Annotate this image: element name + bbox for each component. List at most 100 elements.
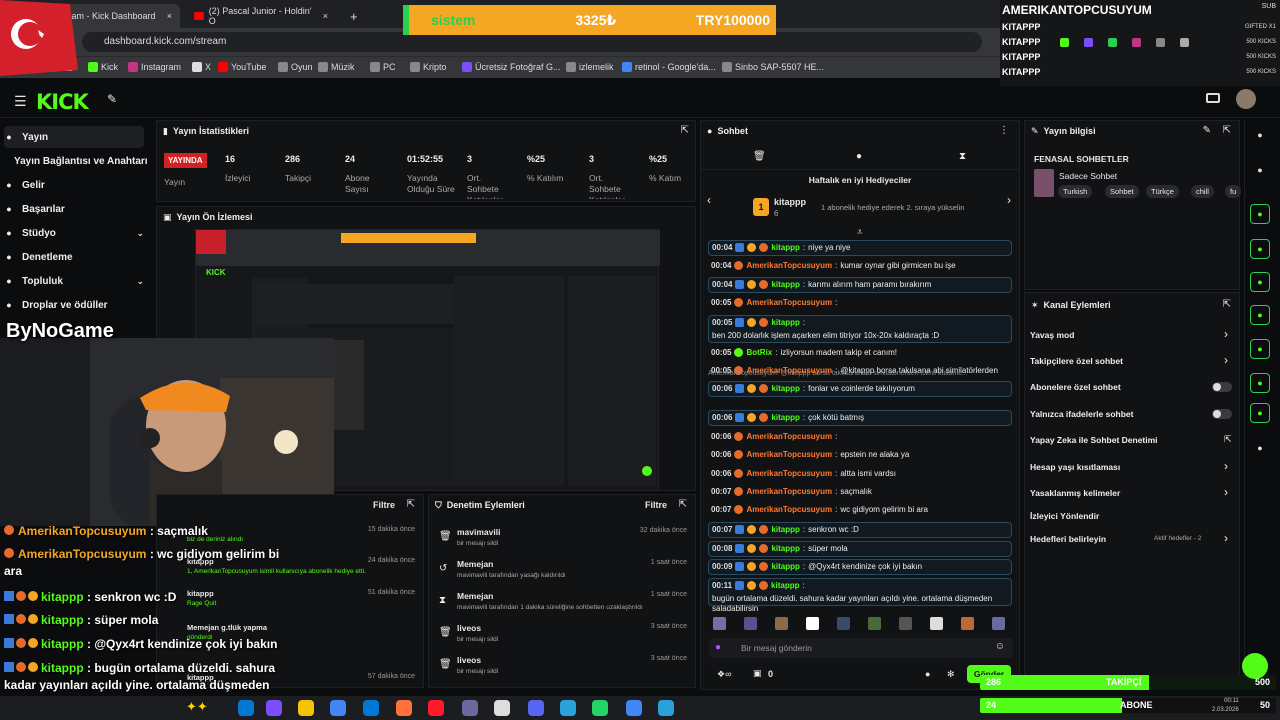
kicks-icon[interactable]: ❖∞ [717, 669, 731, 680]
obs-icon[interactable] [494, 700, 510, 716]
chevron-right-icon[interactable]: › [1224, 485, 1228, 499]
channel-action-label[interactable]: Yalnızca ifadelerle sohbet [1030, 409, 1133, 419]
telegram-alt-icon[interactable] [658, 700, 674, 716]
channel-action-label[interactable]: Yapay Zeka ile Sohbet Denetimi [1030, 435, 1158, 445]
more-options-icon[interactable]: ⋮ [999, 125, 1009, 136]
whatsapp-icon[interactable] [592, 700, 608, 716]
stream-tag[interactable]: chill [1191, 185, 1214, 198]
discord-icon[interactable] [528, 700, 544, 716]
emote-icon[interactable] [899, 617, 912, 630]
rail-action-icon[interactable]: ● [1250, 403, 1270, 423]
chat-settings-icon[interactable]: ● [925, 669, 930, 679]
rail-action-icon[interactable]: ● [1250, 126, 1270, 146]
pin-icon[interactable]: ✎ [107, 92, 117, 106]
chat-message[interactable]: 00:05 AmerikanTopcusuyum: [708, 296, 1012, 312]
next-arrow-icon[interactable]: › [1007, 193, 1011, 207]
popout-icon[interactable]: ⇱ [1223, 125, 1231, 136]
rail-action-icon[interactable]: ● [1250, 204, 1270, 224]
url-input[interactable]: dashboard.kick.com/stream [82, 32, 982, 52]
avatar[interactable] [1236, 89, 1256, 109]
emote-icon[interactable] [868, 617, 881, 630]
new-tab-button[interactable]: + [342, 4, 366, 28]
mail-icon[interactable] [363, 700, 379, 716]
bookmark-item[interactable]: Kick [88, 62, 118, 72]
toggle-switch[interactable] [1212, 409, 1232, 419]
sidebar-item[interactable]: ● Stüdyo ⌄ [4, 222, 144, 244]
emote-icon[interactable] [775, 617, 788, 630]
chat-message[interactable]: 00:04 kitappp: niye ya niye [708, 240, 1012, 256]
rail-action-icon[interactable]: ● [1250, 272, 1270, 292]
channel-action-label[interactable]: Yavaş mod [1030, 330, 1074, 340]
menu-icon[interactable]: ☰ [14, 93, 27, 110]
chevron-right-icon[interactable]: › [1224, 531, 1228, 545]
mod-filter-button[interactable]: Filtre [645, 500, 667, 510]
chat-message[interactable]: 00:07 kitappp: senkron wc :D [708, 522, 1012, 538]
chevron-right-icon[interactable]: › [1224, 353, 1228, 367]
gear-icon[interactable]: ✻ [947, 669, 955, 680]
edit-icon[interactable]: ✎ [1203, 125, 1211, 136]
telegram-icon[interactable] [560, 700, 576, 716]
toggle-switch[interactable] [1212, 382, 1232, 392]
bookmark-item[interactable]: X [192, 62, 211, 72]
kick-logo[interactable]: KICK [36, 90, 89, 114]
rail-action-icon[interactable]: ● [1250, 305, 1270, 325]
bookmark-item[interactable]: Müzik [318, 62, 355, 72]
sidebar-item[interactable]: Yayın Bağlantısı ve Anahtarı [14, 150, 154, 172]
popout-icon[interactable]: ⇱ [1223, 299, 1231, 310]
sidebar-item[interactable]: ● Başarılar [4, 198, 144, 220]
chat-message[interactable]: 00:09 kitappp: @Qyx4rt kendinize çok iyi b… [708, 559, 1012, 575]
sidebar-item[interactable]: ● Topluluk ⌄ [4, 270, 144, 292]
chat-message[interactable]: 00:05 kitappp: ben 200 dolarlık işlem açar… [708, 315, 1012, 343]
stream-tag[interactable]: fu [1225, 185, 1242, 198]
gift-icon[interactable]: ▣ [753, 668, 762, 679]
file-explorer-icon[interactable] [298, 700, 314, 716]
chat-message[interactable]: 00:07 AmerikanTopcusuyum: wc gidiyom gelir… [708, 503, 1012, 519]
scroll-down-icon[interactable]: ⩡ [857, 227, 863, 238]
mic-icon[interactable]: ● [715, 642, 721, 653]
chat-message[interactable]: 00:06 AmerikanTopcusuyum: [708, 430, 1012, 446]
stream-tag[interactable]: Sohbet [1105, 185, 1139, 198]
bookmark-item[interactable]: retinol - Google'da... [622, 62, 716, 72]
emote-icon[interactable] [744, 617, 757, 630]
popout-icon[interactable]: ⇱ [407, 499, 415, 510]
chat-message[interactable]: 00:07 AmerikanTopcusuyum: saçmalık [708, 485, 1012, 501]
chat-message[interactable]: 00:06 AmerikanTopcusuyum: altta ismi vards… [708, 467, 1012, 483]
stream-tag[interactable]: Turkish [1058, 185, 1093, 198]
prev-arrow-icon[interactable]: ‹ [707, 193, 711, 207]
channel-action-label[interactable]: Takipçilere özel sohbet [1030, 356, 1123, 366]
rail-action-icon[interactable]: ● [1250, 373, 1270, 393]
app-icon[interactable] [462, 700, 478, 716]
close-tab-icon[interactable]: × [167, 11, 172, 21]
chat-message[interactable]: 00:06 AmerikanTopcusuyum: epstein ne alaka… [708, 448, 1012, 464]
sidebar-item[interactable]: ● Gelir [4, 174, 144, 196]
rail-action-icon[interactable]: ● [1250, 339, 1270, 359]
close-tab-icon[interactable]: × [323, 11, 328, 21]
stream-tag[interactable]: Türkçe [1146, 185, 1179, 198]
trash-icon[interactable]: 🗑 [753, 151, 766, 162]
popout-icon[interactable]: ⇱ [679, 499, 687, 510]
chat-bubble-icon[interactable]: ● [856, 151, 862, 162]
emote-icon[interactable] [930, 617, 943, 630]
chrome-profile-icon[interactable] [626, 700, 642, 716]
emote-icon[interactable] [992, 617, 1005, 630]
channel-action-label[interactable]: Hesap yaşı kısıtlaması [1030, 462, 1120, 472]
channel-action-label[interactable]: Abonelere özel sohbet [1030, 382, 1121, 392]
copilot-icon[interactable]: ✦✦ [186, 699, 208, 715]
copilot-app-icon[interactable] [266, 700, 282, 716]
chat-message[interactable]: 00:06 kitappp: çok kötü batmış [708, 410, 1012, 426]
chat-message[interactable]: 00:04 AmerikanTopcusuyum: kumar oynar gibi… [708, 259, 1012, 275]
rail-action-icon[interactable]: ● [1250, 161, 1270, 181]
bookmark-item[interactable]: Sinbo SAP-5507 HE... [722, 62, 824, 72]
chat-message[interactable]: 00:04 kitappp: karımı alırım ham paramı bı… [708, 277, 1012, 293]
external-link-icon[interactable]: ⇱ [1224, 434, 1232, 445]
chevron-right-icon[interactable]: › [1224, 459, 1228, 473]
emote-icon[interactable] [837, 617, 850, 630]
firefox-icon[interactable] [396, 700, 412, 716]
emote-icon[interactable] [713, 617, 726, 630]
sidebar-item[interactable]: ● Yayın [4, 126, 144, 148]
chat-message[interactable]: 00:11 kitappp: bugün ortalama düzeldi. sah… [708, 578, 1012, 613]
emote-icon[interactable] [806, 617, 819, 630]
bookmark-item[interactable]: izlemelik [566, 62, 614, 72]
windows-start-icon[interactable] [238, 700, 254, 716]
channel-action-label[interactable]: Hedefleri belirleyin [1030, 534, 1106, 544]
